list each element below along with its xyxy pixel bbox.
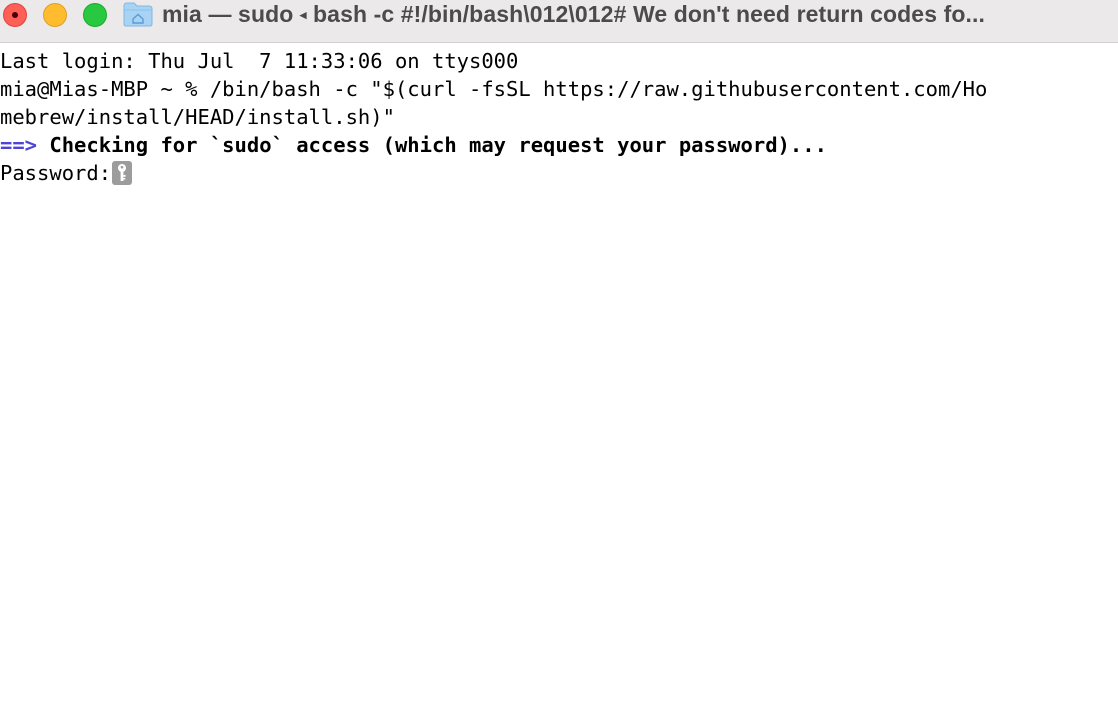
- zoom-button[interactable]: [83, 3, 107, 27]
- title-arrow-icon: ◂: [299, 7, 307, 22]
- password-prompt: Password:: [0, 161, 112, 185]
- terminal-window: mia — sudo ◂ bash -c #!/bin/bash\012\012…: [0, 0, 1118, 716]
- close-button[interactable]: [3, 3, 27, 27]
- prompt-arrow: ==>: [0, 133, 38, 157]
- command-line-1: mia@Mias-MBP ~ % /bin/bash -c "$(curl -f…: [0, 77, 988, 101]
- folder-home-icon: [123, 2, 153, 27]
- title-command: bash -c #!/bin/bash\012\012# We don't ne…: [313, 1, 985, 27]
- password-line[interactable]: Password:: [0, 159, 1118, 187]
- terminal-output[interactable]: Last login: Thu Jul 7 11:33:06 on ttys00…: [0, 47, 1118, 187]
- command-line-2: mebrew/install/HEAD/install.sh)": [0, 105, 395, 129]
- close-dot-icon: [12, 12, 18, 18]
- title-process: sudo: [238, 1, 294, 27]
- sudo-check-line: ==> Checking for `sudo` access (which ma…: [0, 131, 1118, 159]
- title-separator: —: [208, 1, 232, 27]
- secure-input-cursor[interactable]: [112, 161, 133, 185]
- title-bar[interactable]: mia — sudo ◂ bash -c #!/bin/bash\012\012…: [0, 0, 1118, 43]
- window-title: mia — sudo ◂ bash -c #!/bin/bash\012\012…: [162, 0, 985, 29]
- last-login-line: Last login: Thu Jul 7 11:33:06 on ttys00…: [0, 49, 519, 73]
- sudo-check-message: Checking for `sudo` access (which may re…: [37, 133, 827, 157]
- minimize-button[interactable]: [43, 3, 67, 27]
- title-folder: mia: [162, 1, 202, 27]
- key-icon: [118, 164, 127, 181]
